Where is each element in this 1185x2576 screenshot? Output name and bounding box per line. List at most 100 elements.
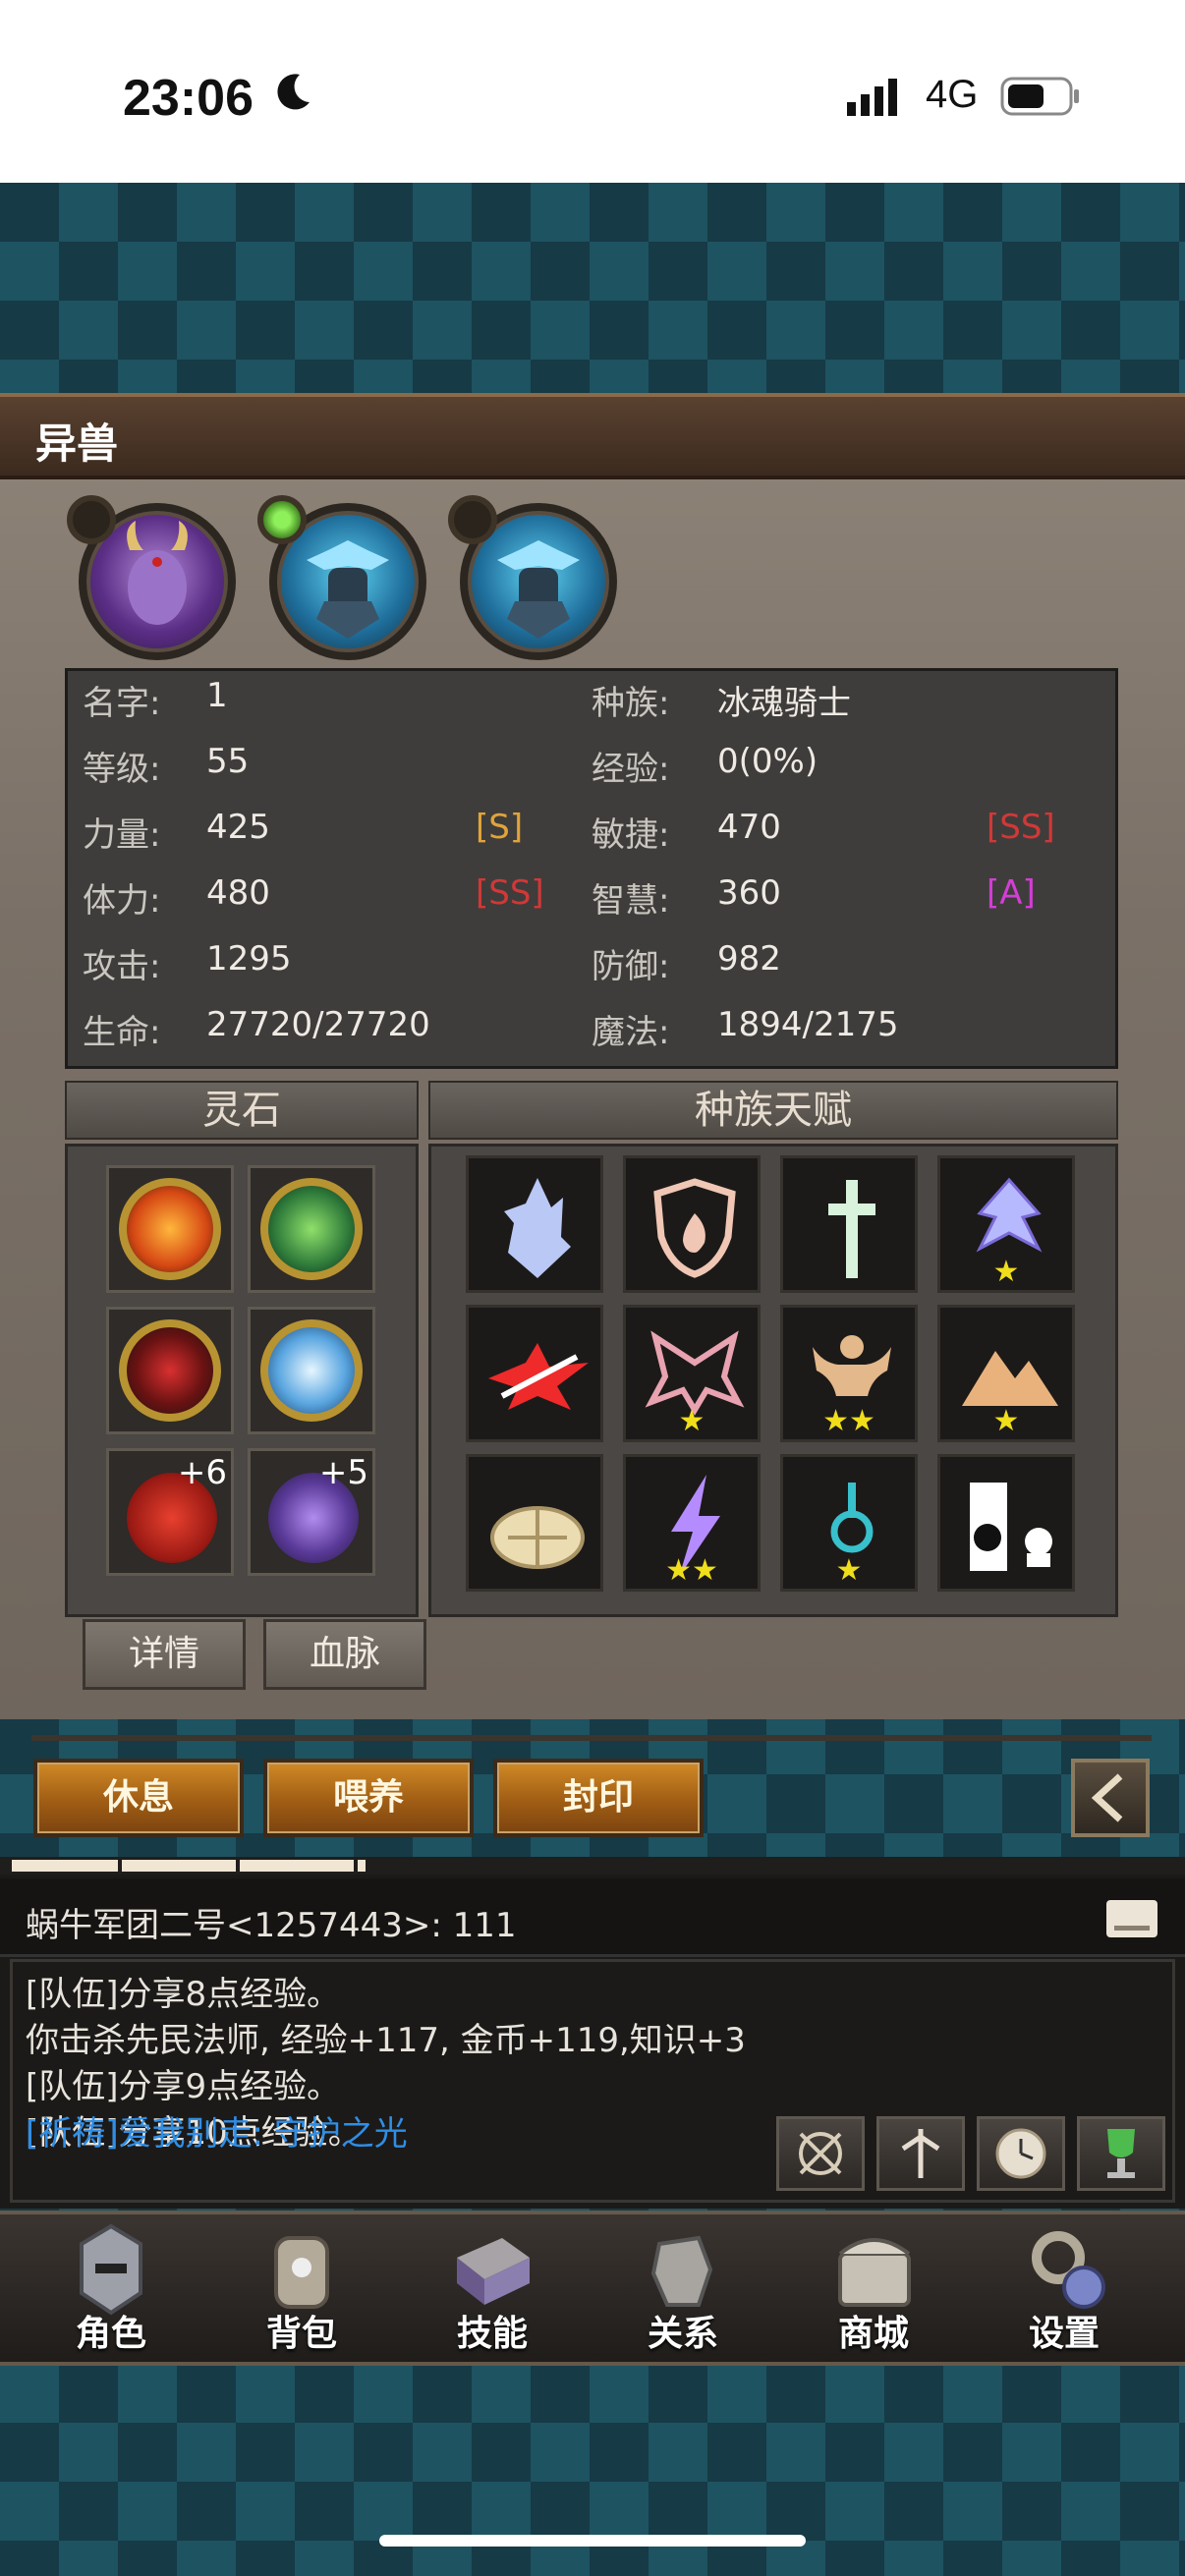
tree-button[interactable]	[876, 2116, 965, 2191]
clock-button[interactable]	[977, 2116, 1065, 2191]
role-nav-item[interactable]: 角色	[28, 2214, 195, 2362]
back-button[interactable]	[1071, 1759, 1150, 1837]
talent-stars: ★★	[665, 1553, 718, 1588]
chat-header[interactable]: 蜗牛军团二号<1257443>: 111	[26, 1898, 517, 1946]
skill-nav-item[interactable]: 技能	[409, 2214, 576, 2362]
chat-message: 你击杀先民法师, 经验+117, 金币+119,知识+3	[26, 2021, 746, 2060]
stat-value: 470	[717, 808, 781, 847]
talent-slot[interactable]: ★	[623, 1305, 761, 1442]
settings-nav-item[interactable]: 设置	[981, 2214, 1148, 2362]
stat-label: 等级:	[83, 750, 161, 789]
network-label: 4G	[926, 73, 979, 116]
chat-tab[interactable]	[240, 1860, 354, 1872]
stat-value: 425	[206, 808, 270, 847]
fire-shield-icon	[653, 1178, 736, 1278]
talent-stars: ★	[678, 1404, 705, 1438]
signal-icon	[847, 79, 897, 116]
talent-stars: ★	[992, 1255, 1020, 1289]
chat-tab[interactable]	[358, 1860, 366, 1872]
rune-stone-icon	[119, 1319, 221, 1422]
talent-slot[interactable]: ★	[937, 1155, 1075, 1293]
spirit-stone-slot[interactable]	[248, 1165, 375, 1293]
bag-nav-item[interactable]: 背包	[218, 2214, 385, 2362]
bloodline-button[interactable]: 血脉	[263, 1619, 426, 1690]
race-talents-header: 种族天赋	[428, 1081, 1118, 1140]
trophy-button[interactable]	[1077, 2116, 1165, 2191]
crosshair-icon	[799, 2132, 842, 2175]
talent-slot[interactable]	[466, 1305, 603, 1442]
stat-value: 55	[206, 742, 250, 781]
talent-slot[interactable]	[466, 1454, 603, 1592]
stat-label: 经验:	[592, 750, 670, 789]
chat-message: [队伍]分享9点经验。	[26, 2067, 341, 2106]
nav-label: 关系	[647, 2314, 718, 2354]
spirit-stones-header: 灵石	[65, 1081, 419, 1140]
stat-value: 1894/2175	[717, 1005, 899, 1044]
talent-slot[interactable]: ★★	[623, 1454, 761, 1592]
relation-nav-item[interactable]: 关系	[599, 2214, 766, 2362]
rest-button[interactable]: 休息	[33, 1759, 244, 1837]
divider	[31, 1735, 1152, 1741]
stat-label: 防御:	[592, 947, 670, 986]
crosshair-button[interactable]	[776, 2116, 865, 2191]
stat-label: 敏捷:	[592, 815, 670, 855]
talent-slot[interactable]	[937, 1454, 1075, 1592]
portrait-3-indicator	[448, 495, 497, 544]
stat-value: 1	[206, 676, 228, 715]
chat-tab[interactable]	[122, 1860, 236, 1872]
spirit-stone-slot[interactable]	[248, 1307, 375, 1434]
clock-icon	[995, 2128, 1046, 2179]
stat-grade: [SS]	[476, 873, 544, 913]
stat-grade: [SS]	[987, 808, 1055, 847]
talent-slot[interactable]: ★★	[780, 1305, 918, 1442]
clock: 23:06	[123, 70, 254, 127]
nav-label: 角色	[75, 2314, 146, 2354]
talent-slot[interactable]	[466, 1155, 603, 1293]
home-indicator[interactable]	[379, 2535, 806, 2547]
stat-value: 0(0%)	[717, 742, 818, 781]
chat-message: [队伍]分享8点经验。	[26, 1975, 341, 2014]
seal-button[interactable]: 封印	[493, 1759, 704, 1837]
prayer-message[interactable]: [祈祷]爱我别走: 守护之光	[26, 2106, 408, 2155]
talent-stars: ★★	[822, 1404, 875, 1438]
keyboard-icon[interactable]	[1104, 1898, 1159, 1939]
talent-slot[interactable]	[780, 1155, 918, 1293]
tree-icon	[901, 2129, 940, 2178]
stat-value: 360	[717, 873, 781, 913]
feed-button[interactable]: 喂养	[263, 1759, 474, 1837]
stat-value: 27720/27720	[206, 1005, 430, 1044]
chat-tab-strip	[0, 1857, 1185, 1875]
portrait-1-indicator	[67, 495, 116, 544]
moon-icon	[277, 74, 310, 110]
nav-label: 商城	[837, 2314, 909, 2354]
spirit-stone-slot[interactable]	[106, 1307, 234, 1434]
trophy-icon	[1107, 2129, 1135, 2178]
talent-stars: ★	[835, 1553, 863, 1588]
spirit-stone-slot[interactable]	[106, 1165, 234, 1293]
turtle-shell-icon	[490, 1506, 585, 1569]
stat-label: 智慧:	[592, 881, 670, 921]
talent-slot[interactable]: ★	[937, 1305, 1075, 1442]
silhouette-icon	[970, 1483, 1052, 1571]
talent-stars: ★	[992, 1404, 1020, 1438]
details-button[interactable]: 详情	[83, 1619, 246, 1690]
talent-slot[interactable]: ★	[780, 1454, 918, 1592]
nav-label: 设置	[1028, 2314, 1100, 2354]
enhance-level: +5	[318, 1453, 368, 1492]
stat-grade: [A]	[987, 873, 1036, 913]
stat-value: 982	[717, 939, 781, 979]
fire-stone-icon	[119, 1178, 221, 1280]
stat-value: 1295	[206, 939, 292, 979]
stat-label: 生命:	[83, 1013, 161, 1052]
nav-label: 背包	[265, 2314, 337, 2354]
leaf-stone-icon	[260, 1178, 363, 1280]
spirit-stone-slot[interactable]: +6	[106, 1448, 234, 1576]
chat-tab[interactable]	[12, 1860, 118, 1872]
talent-slot[interactable]	[623, 1155, 761, 1293]
stat-label: 名字:	[83, 684, 161, 723]
spirit-stone-slot[interactable]: +5	[248, 1448, 375, 1576]
snow-stone-icon	[260, 1319, 363, 1422]
stat-label: 种族:	[592, 684, 670, 723]
shop-nav-item[interactable]: 商城	[790, 2214, 957, 2362]
enhance-level: +6	[177, 1453, 227, 1492]
